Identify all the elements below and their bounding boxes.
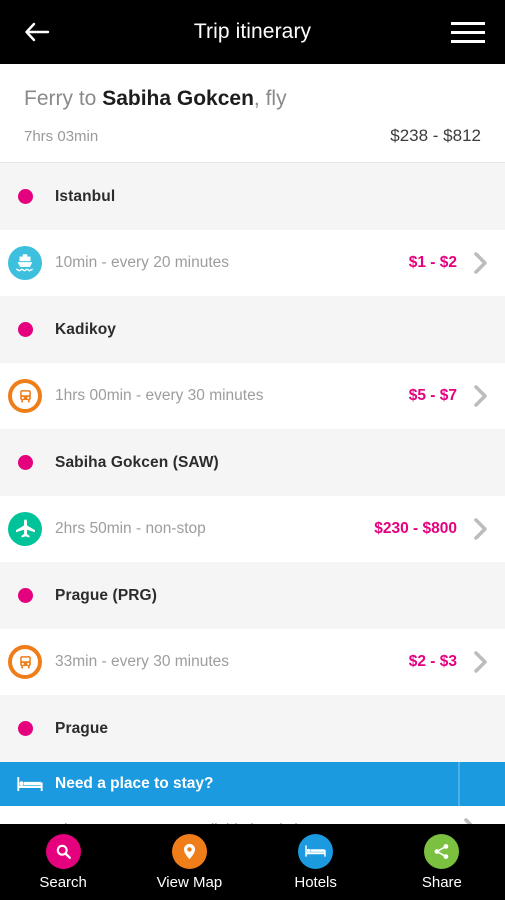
bed-icon [13,776,47,792]
leg-mode-wrap [0,230,50,296]
bottom-navigation-bar: Search View Map Hotels Share [0,824,505,900]
leg-price: $5 - $7 [408,387,457,405]
nav-item-hotels[interactable]: Hotels [253,833,379,891]
nav-item-view-map[interactable]: View Map [126,833,252,891]
station-name: Kadikoy [55,320,116,338]
bus-icon [8,379,42,414]
search-icon [45,833,81,869]
station-name: Prague (PRG) [55,586,157,604]
map-pin-icon [171,833,207,869]
itinerary-station-row[interactable]: Sabiha Gokcen (SAW) [0,429,505,497]
leg-chevron-button[interactable] [457,650,505,674]
nav-item-search[interactable]: Search [0,833,126,891]
station-dot-wrap [0,429,50,496]
hotel-banner-divider [458,762,460,807]
back-button[interactable] [20,15,54,49]
station-dot-icon [17,721,33,737]
station-name: Prague [55,719,109,737]
trip-summary-meta: 7hrs 03min $238 - $812 [24,126,481,146]
leg-chevron-button[interactable] [457,384,505,408]
nav-label-search: Search [39,873,87,891]
nav-label-share: Share [421,873,462,891]
station-dot-wrap [0,163,50,230]
station-dot-icon [17,588,33,604]
leg-mode-wrap [0,496,50,562]
bus-icon [8,645,42,680]
nav-item-share[interactable]: Share [379,833,505,891]
itinerary-leg-row[interactable]: 2hrs 50min - non-stop $230 - $800 [0,496,505,563]
hamburger-menu-icon [451,21,485,25]
trip-summary-destination: Sabiha Gokcen [102,87,254,110]
hamburger-menu-icon [451,30,485,34]
leg-chevron-button[interactable] [457,251,505,275]
ferry-icon [8,246,42,281]
station-dot-wrap [0,562,50,629]
trip-total-duration: 7hrs 03min [24,128,99,146]
bed-icon [298,833,334,869]
leg-description: 10min - every 20 minutes [55,254,230,272]
leg-price: $2 - $3 [408,653,457,671]
leg-description: 1hrs 00min - every 30 minutes [55,387,264,405]
app-header: Trip itinerary [0,0,505,64]
station-dot-wrap [0,695,50,762]
hotel-promo-label: Need a place to stay? [55,775,214,793]
plane-icon [8,512,42,547]
leg-chevron-button[interactable] [457,517,505,541]
arrow-left-icon [25,22,50,42]
itinerary-station-row[interactable]: Istanbul [0,163,505,231]
nav-label-hotels: Hotels [294,873,337,891]
nav-label-view-map: View Map [156,873,223,891]
chevron-right-icon [474,651,487,674]
itinerary-station-row[interactable]: Kadikoy [0,296,505,364]
trip-summary-title-prefix: Ferry to [24,87,103,110]
station-dot-icon [17,455,33,471]
trip-summary: Ferry to Sabiha Gokcen, fly 7hrs 03min $… [0,64,505,164]
station-dot-wrap [0,296,50,363]
leg-mode-wrap [0,629,50,695]
leg-price: $1 - $2 [408,254,457,272]
leg-description: 33min - every 30 minutes [55,653,230,671]
share-icon [424,833,460,869]
chevron-right-icon [474,385,487,408]
trip-summary-title-suffix: , fly [253,87,287,110]
leg-price: $230 - $800 [374,520,457,538]
itinerary-leg-row[interactable]: 1hrs 00min - every 30 minutes $5 - $7 [0,363,505,430]
chevron-right-icon [474,252,487,275]
leg-mode-wrap [0,363,50,429]
station-name: Sabiha Gokcen (SAW) [55,453,219,471]
hamburger-menu-icon [451,39,485,43]
itinerary-station-row[interactable]: Prague [0,695,505,763]
station-dot-icon [17,322,33,338]
itinerary-station-row[interactable]: Prague (PRG) [0,562,505,630]
station-name: Istanbul [55,187,116,205]
hamburger-menu-button[interactable] [451,18,485,46]
itinerary-list: Istanbul 10min - every 20 minutes $1 - $… [0,163,505,763]
station-dot-icon [17,189,33,205]
hotel-promo-banner[interactable]: Need a place to stay? [0,762,505,807]
trip-itinerary-screen: Trip itinerary Ferry to Sabiha Gokcen, f… [0,0,505,900]
itinerary-leg-row[interactable]: 10min - every 20 minutes $1 - $2 [0,230,505,297]
chevron-right-icon [474,518,487,541]
leg-description: 2hrs 50min - non-stop [55,520,206,538]
page-title: Trip itinerary [193,20,312,43]
trip-total-price: $238 - $812 [390,126,481,146]
itinerary-leg-row[interactable]: 33min - every 30 minutes $2 - $3 [0,629,505,696]
trip-summary-title: Ferry to Sabiha Gokcen, fly [24,86,481,112]
